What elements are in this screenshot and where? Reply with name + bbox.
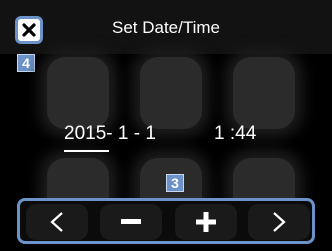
increment-button[interactable] xyxy=(175,204,237,240)
title-bar: Set Date/Time xyxy=(0,0,332,54)
plus-icon xyxy=(196,212,216,232)
minus-icon xyxy=(121,219,141,224)
page-title: Set Date/Time xyxy=(111,18,221,37)
date-value[interactable]: 2015- 1 - 1 xyxy=(64,123,156,145)
chevron-right-icon xyxy=(273,212,286,232)
wheel-cell-day-up[interactable] xyxy=(140,57,202,129)
selected-field-underline xyxy=(64,150,109,152)
next-field-button[interactable] xyxy=(248,204,310,240)
decrement-button[interactable] xyxy=(100,204,162,240)
callout-badge-3: 3 xyxy=(166,174,184,192)
adjust-controls xyxy=(17,198,315,244)
callout-badge-4: 4 xyxy=(17,54,35,72)
time-value[interactable]: 1 :44 xyxy=(214,123,256,145)
date-time-screen: Set Date/Time 4 2015- 1 - 1 1 :44 3 xyxy=(0,0,332,251)
wheel-cell-year-up[interactable] xyxy=(47,57,109,129)
previous-field-button[interactable] xyxy=(26,204,88,240)
wheel-cell-minute-up[interactable] xyxy=(233,57,295,129)
chevron-left-icon xyxy=(50,212,63,232)
